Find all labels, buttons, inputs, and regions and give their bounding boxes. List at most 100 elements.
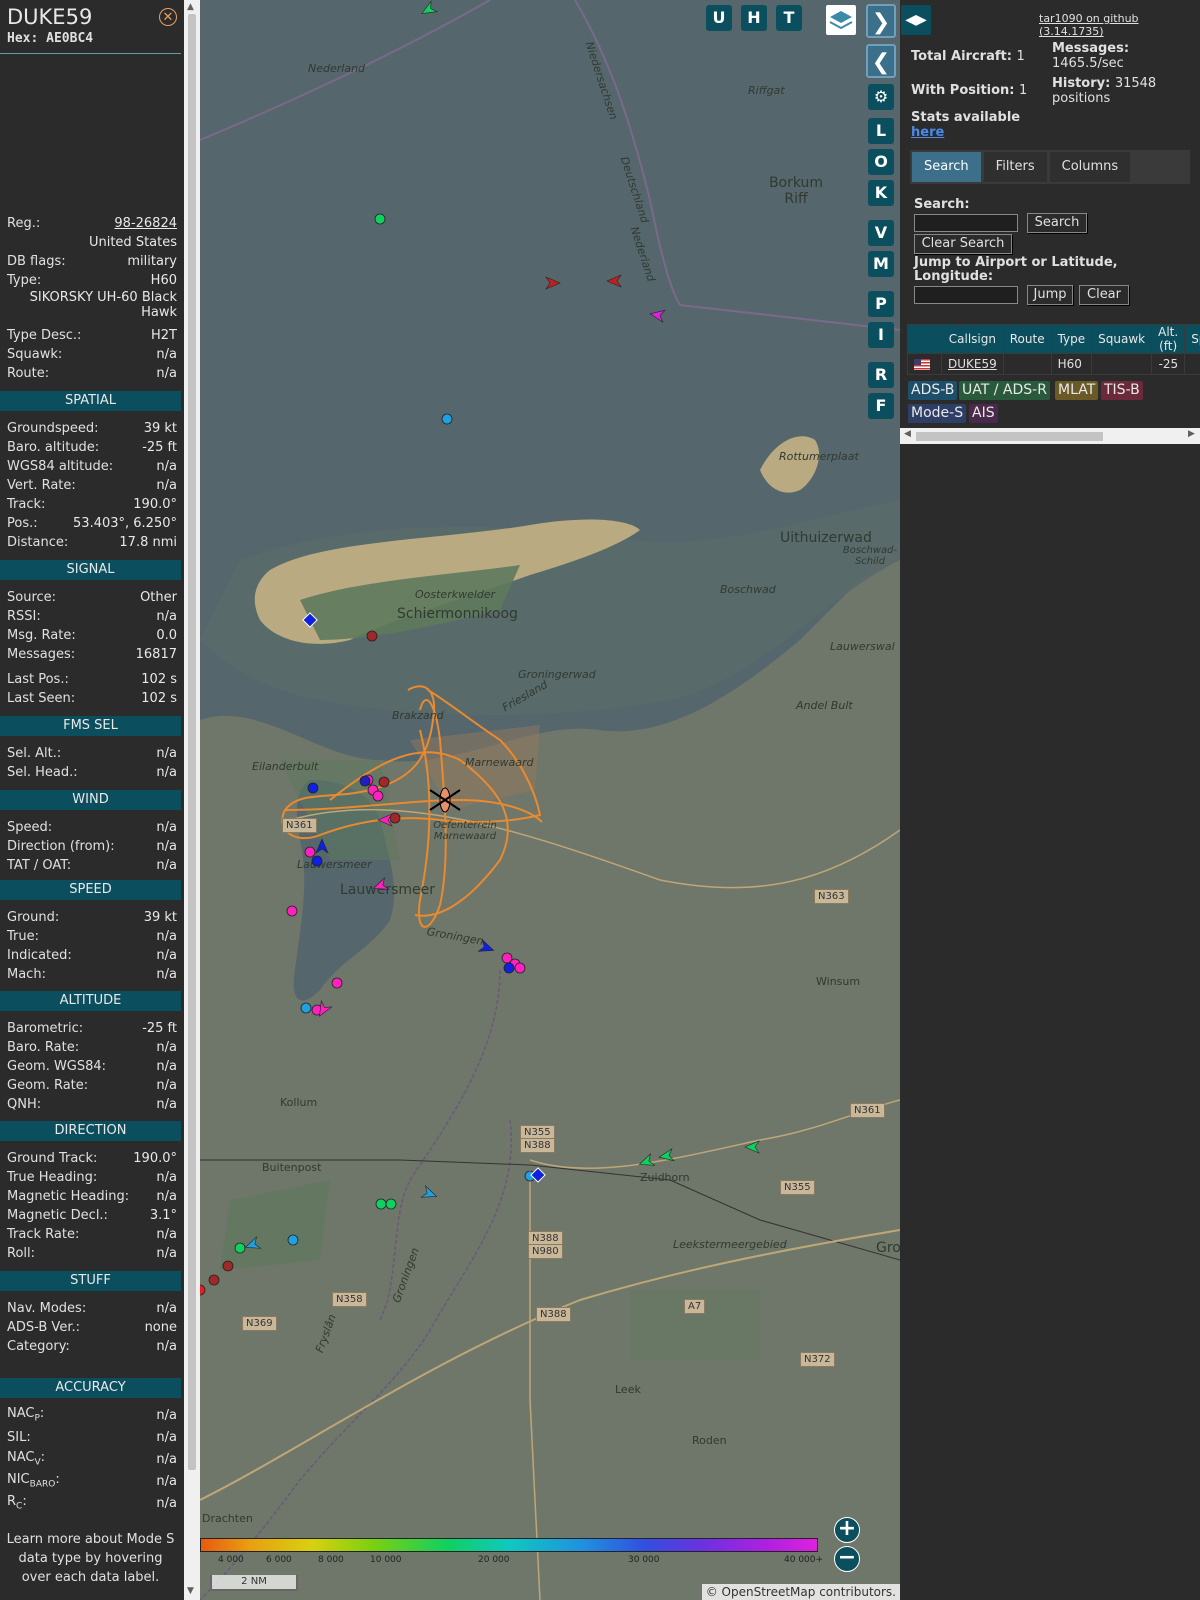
column-header[interactable] bbox=[907, 324, 942, 354]
aircraft-marker[interactable] bbox=[514, 962, 526, 974]
info-row-label: Vert. Rate: bbox=[7, 477, 76, 493]
info-row-label: RC: bbox=[7, 1494, 27, 1512]
stats-link[interactable]: here bbox=[911, 125, 944, 140]
aircraft-marker[interactable] bbox=[744, 1140, 760, 1154]
table-hscrollbar[interactable]: ◀ ▶ bbox=[900, 428, 1200, 444]
aircraft-marker[interactable] bbox=[307, 782, 319, 794]
map-button-u[interactable]: U bbox=[706, 5, 732, 31]
altitude-legend-label: 40 000+ bbox=[784, 1555, 824, 1565]
clear-button[interactable]: Clear bbox=[1079, 285, 1129, 305]
aircraft-marker[interactable] bbox=[300, 1002, 312, 1014]
aircraft-marker[interactable] bbox=[503, 962, 515, 974]
attribution-link[interactable]: OpenStreetMap bbox=[722, 1585, 816, 1599]
aircraft-marker[interactable] bbox=[375, 1198, 387, 1210]
scroll-right-icon[interactable]: ▶ bbox=[1188, 429, 1195, 439]
aircraft-marker[interactable] bbox=[477, 939, 495, 956]
scroll-left-icon[interactable]: ◀ bbox=[904, 429, 911, 439]
expand-right-icon[interactable]: ❯ bbox=[866, 4, 896, 38]
selected-aircraft-icon[interactable] bbox=[429, 787, 461, 813]
aircraft-marker[interactable] bbox=[658, 1148, 675, 1163]
aircraft-marker[interactable] bbox=[222, 1260, 234, 1272]
section-header-stuff: STUFF bbox=[0, 1271, 181, 1291]
aircraft-marker[interactable] bbox=[286, 905, 298, 917]
map-button-v[interactable]: V bbox=[868, 220, 894, 246]
aircraft-marker[interactable] bbox=[419, 0, 439, 18]
map-button-l[interactable]: L bbox=[868, 118, 894, 144]
callsign-cell[interactable]: DUKE59 bbox=[941, 353, 1004, 375]
map-button-t[interactable]: T bbox=[776, 5, 802, 31]
tab-filters[interactable]: Filters bbox=[983, 152, 1047, 182]
aircraft-marker[interactable] bbox=[359, 775, 371, 787]
scroll-up-icon[interactable]: ▲ bbox=[187, 2, 194, 12]
info-row-label: Magnetic Heading: bbox=[7, 1188, 130, 1204]
info-row: Source: Other bbox=[7, 588, 177, 606]
column-header[interactable]: Spd. bbox=[1184, 324, 1200, 354]
layers-icon[interactable] bbox=[826, 5, 856, 35]
aircraft-marker[interactable] bbox=[606, 274, 622, 288]
info-row-label: QNH: bbox=[7, 1096, 42, 1112]
column-header[interactable]: Alt. (ft) bbox=[1151, 324, 1186, 354]
aircraft-marker[interactable] bbox=[208, 1274, 220, 1286]
section-header-accuracy: ACCURACY bbox=[0, 1378, 181, 1398]
aircraft-marker[interactable] bbox=[374, 213, 386, 225]
aircraft-marker[interactable] bbox=[200, 1284, 206, 1296]
jump-input[interactable] bbox=[914, 286, 1018, 304]
table-row[interactable]: DUKE59 H60 -25 bbox=[907, 353, 1200, 375]
aircraft-marker[interactable] bbox=[545, 276, 561, 290]
aircraft-marker[interactable] bbox=[287, 1234, 299, 1246]
registration-link[interactable]: 98-26824 bbox=[114, 216, 177, 231]
github-link[interactable]: tar1090 on github (3.14.1735) bbox=[1039, 12, 1200, 38]
aircraft-marker[interactable] bbox=[420, 1185, 438, 1202]
aircraft-marker[interactable] bbox=[331, 977, 343, 989]
jump-button[interactable]: Jump bbox=[1027, 285, 1073, 305]
map-view[interactable]: Nederland Niedersachsen Riffgat Deutschland… bbox=[200, 0, 900, 1600]
clear-search-button[interactable]: Clear Search bbox=[914, 234, 1012, 254]
scroll-down-icon[interactable]: ▼ bbox=[187, 1586, 194, 1596]
scrollbar-thumb[interactable] bbox=[188, 14, 196, 1470]
info-row-value: 3.1° bbox=[149, 1207, 177, 1223]
aircraft-marker[interactable] bbox=[441, 413, 453, 425]
map-button-r[interactable]: R bbox=[868, 362, 894, 388]
aircraft-marker[interactable] bbox=[637, 1153, 656, 1170]
aircraft-marker[interactable] bbox=[371, 877, 390, 894]
spd-cell bbox=[1184, 353, 1200, 375]
collapse-sidebar-icon[interactable]: ◀▶ bbox=[901, 5, 931, 35]
hscroll-thumb[interactable] bbox=[916, 432, 1103, 441]
map-button-f[interactable]: F bbox=[868, 393, 894, 419]
collapse-left-icon[interactable]: ❮ bbox=[866, 44, 896, 78]
tab-columns[interactable]: Columns bbox=[1049, 152, 1131, 182]
aircraft-marker[interactable] bbox=[311, 855, 323, 867]
aircraft-marker[interactable] bbox=[243, 1236, 262, 1253]
aircraft-marker[interactable] bbox=[649, 308, 666, 323]
zoom-out-button[interactable]: − bbox=[834, 1546, 860, 1572]
close-icon[interactable]: ✕ bbox=[159, 8, 177, 26]
ground-vehicle-marker[interactable] bbox=[302, 612, 318, 628]
info-row-label: Ground Track: bbox=[7, 1150, 98, 1166]
map-button-m[interactable]: M bbox=[868, 251, 894, 277]
info-row-value: n/a bbox=[156, 608, 177, 624]
aircraft-marker[interactable] bbox=[385, 1198, 397, 1210]
aircraft-marker[interactable] bbox=[366, 630, 378, 642]
aircraft-marker[interactable] bbox=[304, 846, 316, 858]
gear-icon[interactable]: ⚙ bbox=[868, 84, 894, 110]
map-button-k[interactable]: K bbox=[868, 180, 894, 206]
column-header[interactable]: Squawk bbox=[1091, 324, 1153, 354]
column-header[interactable]: Type bbox=[1050, 324, 1093, 354]
zoom-in-button[interactable]: + bbox=[834, 1517, 860, 1543]
map-button-h[interactable]: H bbox=[741, 5, 767, 31]
search-input[interactable] bbox=[914, 214, 1018, 232]
search-button[interactable]: Search bbox=[1027, 213, 1087, 233]
map-button-p[interactable]: P bbox=[868, 291, 894, 317]
column-header[interactable]: Route bbox=[1002, 324, 1052, 354]
map-button-o[interactable]: O bbox=[868, 149, 894, 175]
tab-search[interactable]: Search bbox=[912, 152, 981, 182]
column-header[interactable]: Callsign bbox=[941, 324, 1004, 354]
aircraft-marker[interactable] bbox=[234, 1242, 246, 1254]
aircraft-marker[interactable] bbox=[377, 813, 393, 827]
aircraft-marker[interactable] bbox=[372, 790, 384, 802]
aircraft-marker[interactable] bbox=[315, 838, 329, 854]
map-button-i[interactable]: I bbox=[868, 322, 894, 348]
info-row-label: RSSI: bbox=[7, 608, 41, 624]
aircraft-marker[interactable] bbox=[378, 776, 390, 788]
info-scrollbar[interactable]: ▲ ▼ bbox=[184, 0, 200, 1600]
